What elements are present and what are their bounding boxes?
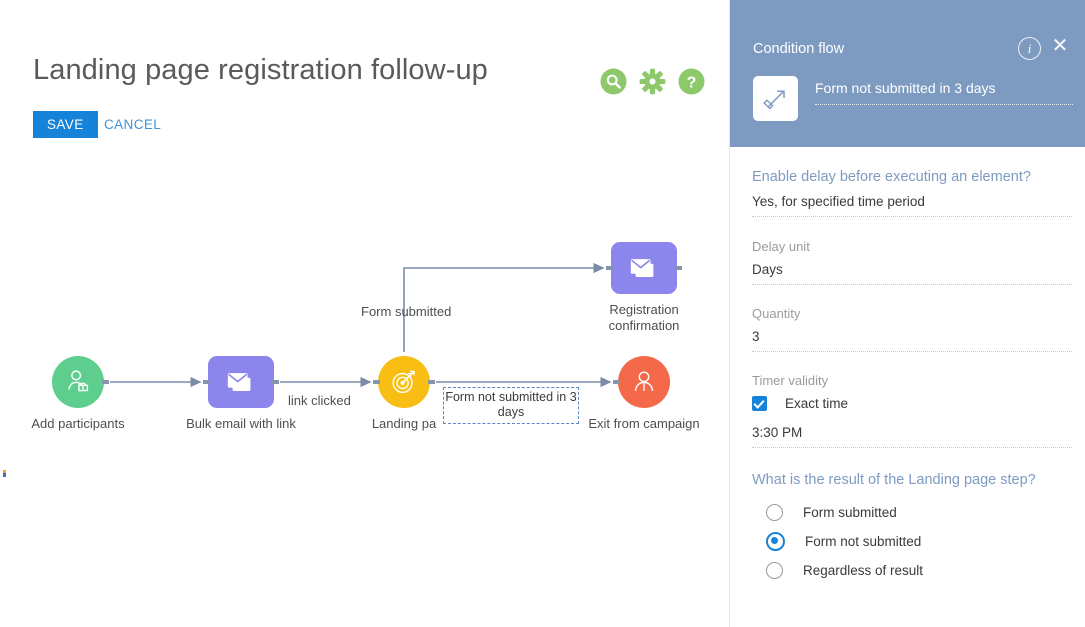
delay-unit-select[interactable]: Days bbox=[752, 262, 1072, 285]
radio-form-submitted[interactable]: Form submitted bbox=[766, 498, 1072, 527]
user-card-icon bbox=[68, 370, 89, 392]
connection-handle[interactable] bbox=[203, 380, 210, 384]
connection-handle[interactable] bbox=[675, 266, 682, 270]
registration-confirmation-node-shape[interactable] bbox=[606, 242, 682, 294]
flow-node-label: Exit from campaign bbox=[588, 416, 700, 431]
panel-header: Condition flow i ✕ Form not submitted in… bbox=[730, 0, 1085, 147]
enable-delay-select[interactable]: Yes, for specified time period bbox=[752, 194, 1072, 217]
edge-label-link-clicked: link clicked bbox=[288, 393, 351, 408]
connection-handle[interactable] bbox=[373, 380, 380, 384]
envelope-icon bbox=[630, 258, 654, 277]
panel-title: Condition flow bbox=[753, 41, 845, 57]
field-underline bbox=[815, 104, 1073, 105]
canvas-artifact bbox=[3, 470, 6, 477]
edge-label-form-submitted: Form submitted bbox=[361, 304, 452, 319]
bulk-email-node-shape[interactable] bbox=[203, 356, 279, 408]
add-participants-node-shape[interactable] bbox=[52, 356, 109, 408]
panel-body: Enable delay before executing an element… bbox=[730, 147, 1085, 627]
checkbox-checked-icon[interactable] bbox=[752, 396, 767, 411]
radio-label: Form submitted bbox=[803, 505, 897, 520]
connection-handle[interactable] bbox=[606, 266, 613, 270]
panel-step-name-value[interactable]: Form not submitted in 3 days bbox=[815, 80, 1073, 104]
condition-label-box[interactable]: Form not submitted in 3 days bbox=[443, 387, 579, 424]
connection-handle[interactable] bbox=[428, 380, 435, 384]
radio-form-not-submitted[interactable]: Form not submitted bbox=[766, 527, 1072, 556]
close-icon[interactable]: ✕ bbox=[1049, 36, 1071, 58]
flow-node-exit-from-campaign[interactable]: Exit from campaign bbox=[588, 356, 700, 431]
connection-handle[interactable] bbox=[102, 380, 109, 384]
flow-node-label: Add participants bbox=[31, 416, 125, 431]
field-timer-validity: Timer validity Exact time 3:30 PM bbox=[752, 373, 1072, 448]
panel-step-name-field[interactable]: Form not submitted in 3 days bbox=[815, 80, 1073, 105]
field-delay-unit: Delay unit Days bbox=[752, 239, 1072, 285]
radio-label: Form not submitted bbox=[805, 534, 922, 549]
field-label: Delay unit bbox=[752, 239, 810, 254]
field-step-result: What is the result of the Landing page s… bbox=[752, 472, 1072, 585]
exact-time-input[interactable]: 3:30 PM bbox=[752, 425, 1072, 448]
field-label: Quantity bbox=[752, 306, 801, 321]
exit-from-campaign-node-shape[interactable] bbox=[613, 356, 670, 408]
target-arrow-icon bbox=[392, 370, 415, 394]
radio-selected-icon[interactable] bbox=[766, 532, 785, 551]
field-label: Enable delay before executing an element… bbox=[752, 169, 1031, 185]
radio-unselected-icon[interactable] bbox=[766, 504, 783, 521]
radio-regardless-of-result[interactable]: Regardless of result bbox=[766, 556, 1072, 585]
field-label: Timer validity bbox=[752, 373, 829, 388]
field-enable-delay: Enable delay before executing an element… bbox=[752, 169, 1072, 217]
flow-node-registration-confirmation[interactable]: Registration confirmation bbox=[606, 242, 682, 333]
flow-node-label: Landing pa bbox=[371, 416, 437, 431]
flow-node-bulk-email-with-link[interactable]: Bulk email with link bbox=[186, 356, 296, 431]
flow-node-add-participants[interactable]: Add participants bbox=[31, 356, 125, 431]
condition-flow-panel: Condition flow i ✕ Form not submitted in… bbox=[729, 0, 1085, 627]
checkbox-label: Exact time bbox=[785, 396, 849, 411]
envelope-icon bbox=[227, 372, 251, 391]
radio-label: Regardless of result bbox=[803, 563, 924, 578]
landing-page-node-shape[interactable] bbox=[373, 356, 435, 408]
info-icon[interactable]: i bbox=[1018, 37, 1041, 60]
flow-node-landing-page[interactable]: Landing pa bbox=[372, 356, 436, 431]
field-label: What is the result of the Landing page s… bbox=[752, 472, 1036, 488]
flow-node-label: Registration confirmation bbox=[608, 302, 680, 333]
exact-time-checkbox[interactable]: Exact time bbox=[752, 396, 1072, 411]
radio-unselected-icon[interactable] bbox=[766, 562, 783, 579]
user-icon bbox=[634, 371, 654, 391]
diagonal-arrow-icon bbox=[753, 76, 798, 121]
field-quantity: Quantity 3 bbox=[752, 306, 1072, 352]
connection-handle[interactable] bbox=[272, 380, 279, 384]
flow-node-label: Bulk email with link bbox=[186, 416, 296, 431]
campaign-canvas[interactable]: Landing page registration follow-up SAVE… bbox=[0, 0, 730, 627]
connection-handle[interactable] bbox=[613, 380, 620, 384]
quantity-input[interactable]: 3 bbox=[752, 329, 1072, 352]
